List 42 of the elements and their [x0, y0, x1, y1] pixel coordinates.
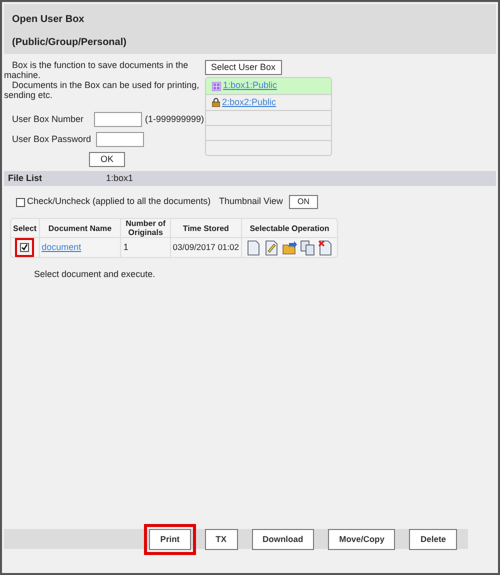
action-button[interactable]: Delete [409, 528, 457, 550]
lock-icon [212, 98, 220, 107]
column-header: Select [11, 219, 39, 238]
check-icon [21, 244, 28, 251]
table-cell: 1 [120, 238, 170, 257]
column-header: Selectable Operation [241, 219, 337, 238]
copy-icon[interactable] [300, 240, 315, 256]
box-icon [212, 82, 221, 90]
intro-text: Box is the function to save documents in the machine. [4, 60, 190, 80]
folder-arrow-icon[interactable] [282, 240, 297, 256]
intro-text: Documents in the Box can be used for printing, sending etc. [4, 80, 200, 100]
field-hint: (1-999999999) [144, 112, 204, 126]
column-header: Document Name [38, 219, 120, 238]
field-label: User Box Password [12, 132, 92, 146]
field-label: User Box Number [12, 112, 85, 126]
select-user-box-button[interactable]: Select User Box [205, 60, 282, 75]
page-title: Open User Box [12, 13, 86, 27]
instruction-text: Select document and execute. [34, 268, 156, 281]
thumbnail-on-button[interactable]: ON [289, 195, 318, 209]
thumbnail-label: Thumbnail View [219, 195, 284, 208]
page-subtitle: (Public/Group/Personal) [12, 36, 128, 50]
box-link[interactable]: 2:box2:Public [222, 96, 276, 110]
action-button[interactable]: Move/Copy [328, 528, 396, 550]
box-list-item[interactable]: 2:box2:Public [206, 94, 331, 110]
edit-document-icon[interactable] [264, 240, 279, 256]
column-header: Number of Originals [120, 219, 170, 238]
table-cell: 03/09/2017 01:02 [170, 238, 241, 257]
checkbox-label: Check/Uncheck (applied to all the documents) [27, 195, 212, 208]
delete-document-icon[interactable] [318, 240, 333, 256]
checkbox[interactable] [16, 198, 25, 206]
action-button[interactable]: TX [204, 528, 238, 550]
action-button[interactable]: Print [149, 528, 191, 550]
document-link[interactable]: document [42, 242, 82, 252]
action-button[interactable]: Download [252, 528, 314, 550]
input-field[interactable] [96, 132, 144, 147]
column-header: Time Stored [170, 219, 241, 238]
ok-button[interactable]: OK [89, 152, 124, 167]
input-field[interactable] [94, 112, 142, 127]
section-title: File List [8, 172, 44, 185]
row-checkbox[interactable] [15, 238, 34, 257]
document-icon[interactable] [246, 240, 261, 256]
box-name: 1:box1 [106, 172, 134, 185]
